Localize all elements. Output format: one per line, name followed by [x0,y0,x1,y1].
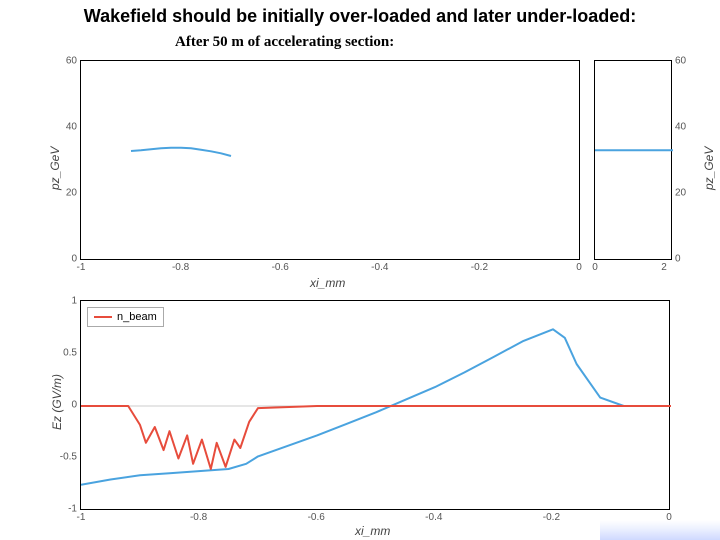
footer-gradient [600,520,720,540]
slide-title: Wakefield should be initially over-loade… [0,6,720,27]
tick: -1 [77,262,86,273]
pz-vs-xi-svg [81,61,581,261]
tick: -1 [77,512,86,523]
tick: 0 [71,400,77,411]
slide-subtitle: After 50 m of accelerating section: [175,34,394,51]
tick: -0.4 [425,512,442,523]
tick: 60 [675,56,686,67]
tick: 40 [66,121,77,132]
tick: 1 [71,296,77,307]
ylabel-pz: pz_GeV [48,147,62,190]
tick: 40 [675,121,686,132]
legend-swatch-nbeam [94,316,112,318]
ez-svg [81,301,671,511]
tick: -0.6 [308,512,325,523]
tick: -0.4 [371,262,388,273]
xlabel-xi-top: xi_mm [310,276,345,290]
tick: 2 [661,262,667,273]
ylabel-ez: Ez (GV/m) [50,374,64,430]
ez-plot: n_beam -1 -0.5 0 0.5 1 -1 -0.8 -0.6 -0.4… [80,300,670,510]
tick: 0 [592,262,598,273]
tick: 60 [66,56,77,67]
tick: -0.8 [172,262,189,273]
pz-marginal-plot: 0 20 40 60 0 2 [594,60,672,260]
tick: -0.2 [543,512,560,523]
pz-marginal-svg [595,61,673,261]
tick: -0.6 [272,262,289,273]
tick: -0.2 [471,262,488,273]
legend-label-nbeam: n_beam [117,311,157,323]
tick: 20 [675,188,686,199]
xlabel-xi-bottom: xi_mm [355,524,390,538]
legend: n_beam [87,307,164,327]
tick: 0 [576,262,582,273]
tick: 0.5 [63,348,77,359]
pz-vs-xi-plot: 0 20 40 60 -1 -0.8 -0.6 -0.4 -0.2 0 [80,60,580,260]
ylabel-pz-right: pz_GeV [702,147,716,190]
slide: Wakefield should be initially over-loade… [0,0,720,540]
tick: -0.5 [60,452,77,463]
tick: 20 [66,188,77,199]
tick: -0.8 [190,512,207,523]
tick: 0 [675,254,681,265]
